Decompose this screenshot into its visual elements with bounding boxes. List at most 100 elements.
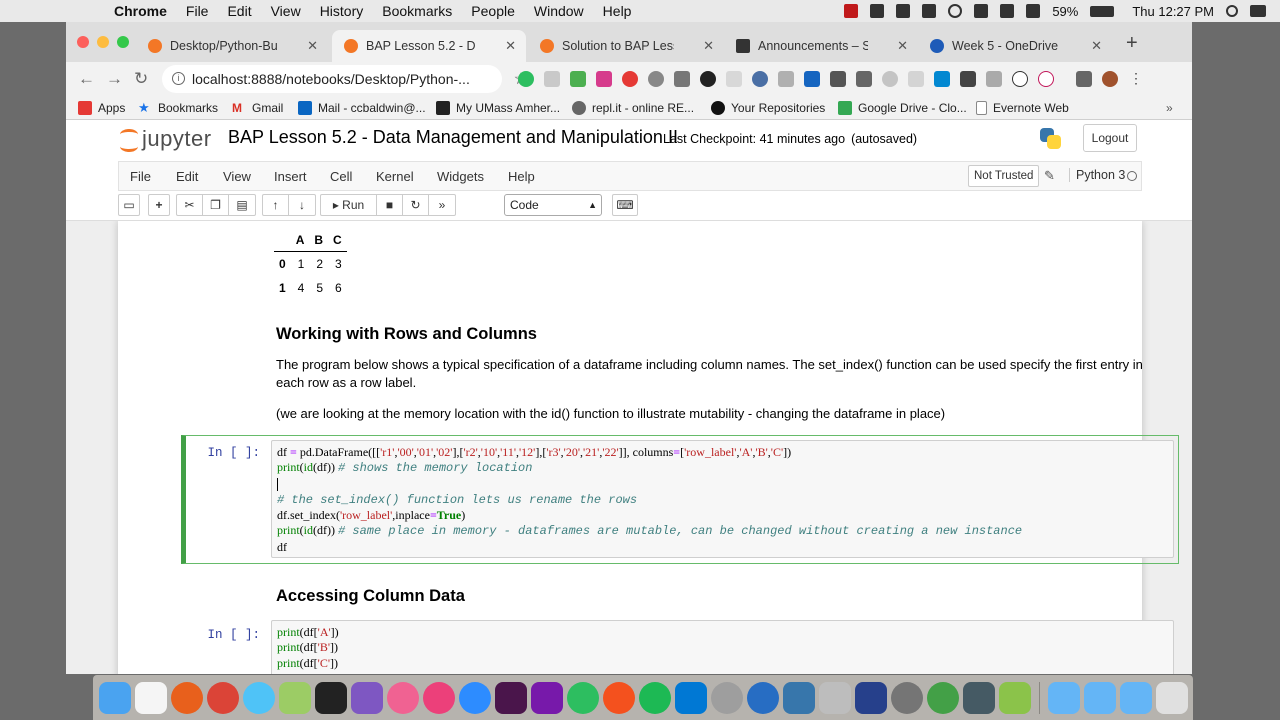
music-icon[interactable]	[423, 681, 455, 714]
mysql-workbench-icon[interactable]	[855, 681, 887, 714]
code-editor[interactable]: df = pd.DataFrame([['r1','00','01','02']…	[271, 440, 1174, 558]
back-icon[interactable]: ←	[78, 69, 95, 89]
forward-icon[interactable]: →	[106, 69, 123, 89]
applications-folder-icon[interactable]	[1048, 681, 1080, 714]
dropbox-icon[interactable]	[896, 4, 911, 18]
cast-icon[interactable]	[1076, 71, 1092, 87]
tab-solution[interactable]: Solution to BAP Lesson 5.2 ✕	[528, 30, 724, 62]
nb-menu-kernel[interactable]: Kernel	[376, 169, 414, 184]
trust-notebook-button[interactable]: Not Trusted	[968, 165, 1040, 187]
photos-icon[interactable]	[387, 681, 419, 714]
vscode-icon[interactable]	[675, 681, 707, 714]
rstudio-icon[interactable]	[747, 681, 779, 714]
address-bar[interactable]: i localhost:8888/notebooks/Desktop/Pytho…	[162, 65, 528, 93]
blank-extension-icon[interactable]	[726, 71, 742, 87]
paste-icon[interactable]: ▤	[229, 195, 255, 215]
evernote-icon[interactable]	[567, 681, 599, 714]
command-palette-icon[interactable]: ⌨	[612, 194, 638, 216]
time-machine-icon[interactable]	[948, 4, 963, 18]
swift-icon[interactable]	[603, 681, 635, 714]
battery-icon[interactable]	[1090, 5, 1115, 17]
nb-menu-view[interactable]: View	[223, 169, 251, 184]
tab-announcements[interactable]: Announcements – SCH-MG ✕	[724, 30, 918, 62]
maximize-window-icon[interactable]	[117, 36, 129, 48]
restart-icon[interactable]: ↻	[403, 195, 429, 215]
bookmark-apps[interactable]: Apps	[78, 101, 125, 115]
bluetooth-icon[interactable]	[974, 4, 989, 18]
bookmark-drive[interactable]: Google Drive - Clo...	[838, 101, 967, 115]
python-launcher-icon[interactable]	[783, 681, 815, 714]
code-text[interactable]: print(df['A']) print(df['B']) print(df['…	[272, 621, 1173, 671]
onenote-icon[interactable]	[531, 681, 563, 714]
screen-recorder-icon[interactable]	[891, 681, 923, 714]
menu-file[interactable]: File	[186, 3, 209, 19]
code-cell[interactable]: In [ ]: print(df['A']) print(df['B']) pr…	[181, 617, 1179, 674]
script-editor-icon[interactable]	[351, 681, 383, 714]
tab-desktop[interactable]: Desktop/Python-Business/ ✕	[136, 30, 328, 62]
camtasia-icon[interactable]	[999, 681, 1031, 714]
interrupt-icon[interactable]: ■	[377, 195, 403, 215]
nb-menu-cell[interactable]: Cell	[330, 169, 352, 184]
drive-extension-icon[interactable]	[544, 71, 560, 87]
apple-icon[interactable]	[82, 3, 98, 19]
clock[interactable]: Thu 12:27 PM	[1132, 4, 1214, 19]
code-text[interactable]: df = pd.DataFrame([['r1','00','01','02']…	[272, 441, 1173, 555]
spotify-icon[interactable]	[639, 681, 671, 714]
cut-icon[interactable]: ✂	[177, 195, 203, 215]
green-app-icon[interactable]	[927, 681, 959, 714]
bookmark-bookmarks[interactable]: ★ Bookmarks	[138, 101, 218, 116]
profile-avatar[interactable]	[1102, 71, 1118, 87]
copy-icon[interactable]: ❐	[203, 195, 229, 215]
new-tab-icon[interactable]: +	[1126, 32, 1138, 55]
grid-extension-icon[interactable]	[778, 71, 794, 87]
messages-icon[interactable]	[243, 681, 275, 714]
menu-view[interactable]: View	[271, 3, 301, 19]
menu-help[interactable]: Help	[603, 3, 632, 19]
documents-folder-icon[interactable]	[1120, 681, 1152, 714]
window-extension-icon[interactable]	[986, 71, 1002, 87]
notebook-title[interactable]: BAP Lesson 5.2 - Data Management and Man…	[228, 127, 678, 148]
h-extension-icon[interactable]	[1038, 71, 1054, 87]
code-editor[interactable]: print(df['A']) print(df['B']) print(df['…	[271, 620, 1174, 674]
calendar-icon[interactable]	[135, 681, 167, 714]
menu-history[interactable]: History	[320, 3, 364, 19]
menu-chrome[interactable]: Chrome	[114, 3, 167, 19]
site-info-icon[interactable]: i	[172, 72, 185, 85]
kernel-name[interactable]: Python 3	[1069, 168, 1125, 182]
menu-people[interactable]: People	[471, 3, 515, 19]
a-extension-icon[interactable]	[1012, 71, 1028, 87]
insert-cell-icon[interactable]: +	[148, 194, 170, 216]
chrome-menu-icon[interactable]: ⋮	[1128, 71, 1144, 87]
spotlight-search-icon[interactable]	[1226, 5, 1238, 17]
code-cell-selected[interactable]: In [ ]: df = pd.DataFrame([['r1','00','0…	[181, 435, 1179, 564]
r-icon[interactable]	[711, 681, 743, 714]
evernote-extension-icon[interactable]	[518, 71, 534, 87]
trash-icon[interactable]	[1156, 681, 1188, 714]
menu-window[interactable]: Window	[534, 3, 584, 19]
finder-icon[interactable]	[99, 681, 131, 714]
database-icon[interactable]	[819, 681, 851, 714]
bookmark-evernote[interactable]: Evernote Web	[976, 101, 1069, 115]
record-icon[interactable]	[844, 4, 859, 18]
system-preferences-icon[interactable]	[963, 681, 995, 714]
jupyter-logo[interactable]: jupyter	[118, 126, 212, 152]
bookmark-gmail[interactable]: M Gmail	[232, 101, 283, 115]
slack-icon[interactable]	[495, 681, 527, 714]
close-tab-icon[interactable]: ✕	[897, 38, 908, 54]
chrome-icon[interactable]	[207, 681, 239, 714]
bookmark-mail[interactable]: Mail - ccbaldwin@...	[298, 101, 426, 115]
close-tab-icon[interactable]: ✕	[307, 38, 318, 54]
menu-edit[interactable]: Edit	[227, 3, 251, 19]
eye-icon[interactable]	[700, 71, 716, 87]
nb-menu-file[interactable]: File	[130, 169, 151, 184]
camera-icon[interactable]	[674, 71, 690, 87]
volume-icon[interactable]	[1026, 4, 1041, 18]
preview-icon[interactable]	[279, 681, 311, 714]
evernote-status-icon[interactable]	[870, 4, 885, 18]
nb-menu-widgets[interactable]: Widgets	[437, 169, 484, 184]
puzzle-icon[interactable]	[908, 71, 924, 87]
nb-menu-edit[interactable]: Edit	[176, 169, 198, 184]
tab-bap-lesson[interactable]: BAP Lesson 5.2 - Data Man ✕	[332, 30, 526, 62]
wifi-icon[interactable]	[1000, 4, 1015, 18]
move-icon[interactable]	[830, 71, 846, 87]
